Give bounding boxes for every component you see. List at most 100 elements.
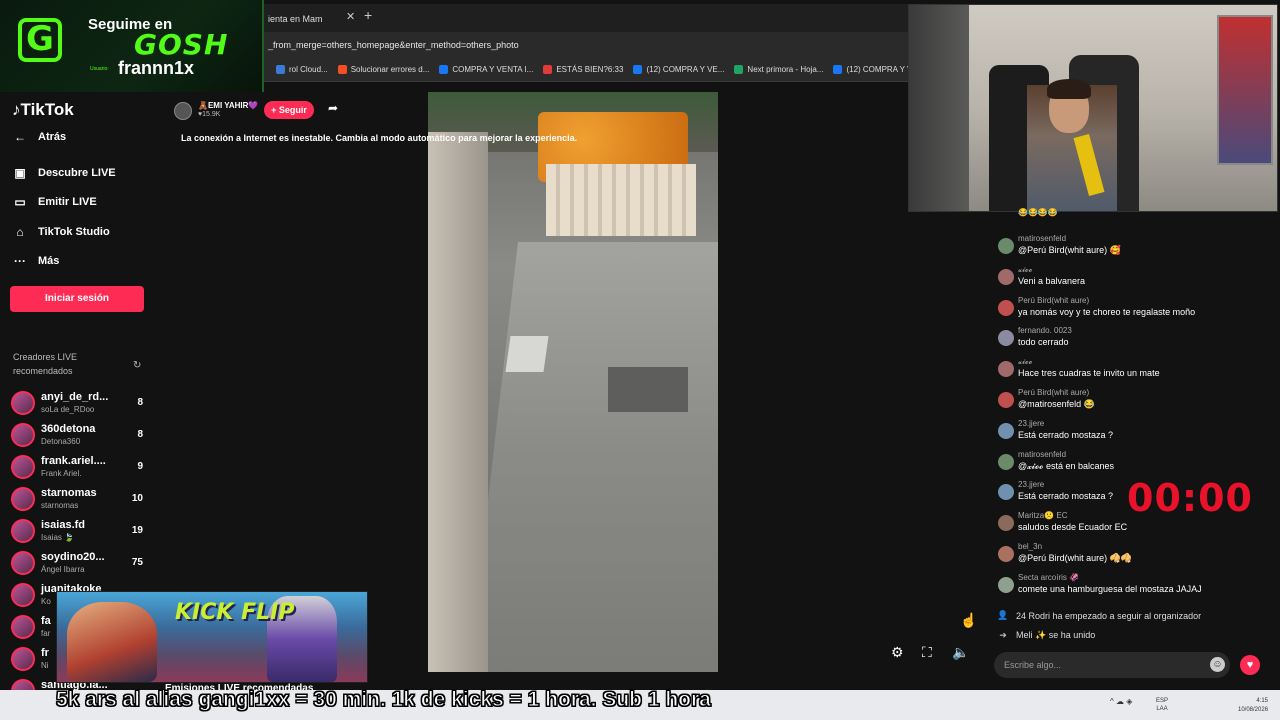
chat-username[interactable]: Perú Bird(whit aure) [1018, 296, 1089, 305]
bookmark-favicon-icon [337, 65, 347, 74]
bookmark-label: ESTÁS BIEN?6:33 [556, 65, 624, 74]
chat-username[interactable]: fernando. 0023 [1018, 326, 1072, 335]
sidebar-nav-item[interactable]: ▣ Descubre LIVE [12, 166, 115, 180]
chat-avatar [998, 453, 1014, 470]
chat-avatar [998, 515, 1014, 532]
chat-input[interactable]: Escribe algo... ☺ [994, 652, 1230, 678]
settings-icon[interactable]: ⚙ [891, 644, 904, 661]
creator-item[interactable]: soydino20... Ángel Ibarra 75 [11, 548, 143, 578]
chat-input-placeholder[interactable]: Escribe algo... [1004, 660, 1061, 670]
bookmark-item[interactable]: ESTÁS BIEN?6:33 [543, 65, 623, 74]
chat-message[interactable]: matirosenfeld @Perú Bird(whit aure) 🥰 [996, 234, 1276, 262]
system-tray[interactable]: ^ ☁ ◈ [1110, 697, 1132, 706]
chat-partial-message: 😂😂😂😂 [1018, 208, 1058, 217]
tiktok-logo[interactable]: ♪TikTok [12, 100, 74, 120]
chat-username[interactable]: matirosenfeld [1018, 450, 1066, 459]
bookmark-item[interactable]: (12) COMPRA Y VE... [633, 65, 724, 74]
system-message-icon: 👤 [997, 610, 1009, 620]
creator-avatar [11, 615, 35, 639]
chat-text: Está cerrado mostaza ? [1018, 429, 1114, 440]
video-floor-tile [608, 367, 688, 412]
refresh-icon[interactable]: ↻ [133, 360, 141, 371]
browser-tab[interactable]: ienta en Mam [264, 8, 344, 32]
chat-text: @Perú Bird(whit aure) 🥠🥠 [1018, 553, 1133, 563]
login-button[interactable]: Iniciar sesión [10, 286, 144, 312]
live-video[interactable] [428, 92, 718, 672]
creator-subtitle: Isaias 🍃 [41, 533, 75, 542]
bookmarks-bar: rol Cloud... Solucionar errores d... COMPR… [264, 58, 908, 82]
chat-message[interactable]: fernando. 0023 todo cerrado [996, 326, 1276, 354]
sidebar-nav-item[interactable]: ··· Más [12, 254, 59, 268]
chat-message[interactable]: 𝔁𝓲𝓸𝓸 Hace tres cuadras te invito un mate [996, 357, 1276, 385]
chat-username[interactable]: bel_3n [1018, 542, 1042, 551]
chat-message[interactable]: bel_3n @Perú Bird(whit aure) 🥠🥠 [996, 542, 1276, 570]
creator-viewer-count: 8 [137, 429, 143, 440]
follow-button[interactable]: + Seguir [264, 101, 314, 119]
nav-icon: ⌂ [16, 225, 24, 239]
chat-username[interactable]: Maritza🙁 EC [1018, 511, 1068, 520]
creator-name: anyi_de_rd... [41, 391, 109, 403]
creator-item[interactable]: frank.ariel.... Frank Ariel. 9 [11, 452, 143, 482]
chat-message[interactable]: 23.jjere Está cerrado mostaza ? [996, 419, 1276, 447]
creator-item[interactable]: starnomas starnomas 10 [11, 484, 143, 514]
host-name[interactable]: 🧸EMI YAHIR💜 [198, 101, 258, 110]
chat-username[interactable]: Perú Bird(whit aure) [1018, 388, 1089, 397]
chat-username[interactable]: 23.jjere [1018, 419, 1044, 428]
chat-username[interactable]: Secta arcoíris 🦑 [1018, 573, 1079, 582]
creator-item[interactable]: 360detona Detona360 8 [11, 420, 143, 450]
chat-username[interactable]: 23.jjere [1018, 480, 1044, 489]
nav-icon: ··· [14, 254, 26, 268]
live-player-area: 🧸EMI YAHIR💜 ♥15.9K + Seguir ➦ La conexió… [164, 92, 988, 672]
chat-message[interactable]: Perú Bird(whit aure) @matirosenfeld 😂 [996, 388, 1276, 416]
chat-username[interactable]: 𝔁𝓲𝓸𝓸 [1018, 357, 1033, 367]
address-bar[interactable]: _from_merge=others_homepage&enter_method… [264, 32, 908, 58]
url-text[interactable]: _from_merge=others_homepage&enter_method… [268, 40, 519, 50]
countdown-timer: 00:00 [1127, 476, 1253, 520]
bookmark-item[interactable]: (12) COMPRA Y VE... [833, 65, 908, 74]
promo-skater [67, 602, 157, 682]
chat-message[interactable]: Secta arcoíris 🦑 comete una hamburguesa d… [996, 573, 1276, 601]
creator-avatar [11, 487, 35, 511]
chat-message[interactable]: 𝔁𝓲𝓸𝓸 Veni a balvanera [996, 265, 1276, 293]
sidebar-nav-item[interactable]: ▭ Emitir LIVE [12, 195, 96, 209]
language-indicator[interactable]: ESP LAA [1156, 697, 1168, 713]
bookmark-item[interactable]: COMPRA Y VENTA I... [439, 65, 533, 74]
chat-avatar [998, 422, 1014, 439]
creator-item[interactable]: isaias.fd Isaias 🍃 19 [11, 516, 143, 546]
creator-item[interactable]: anyi_de_rd... soLa de_RDoo 8 [11, 388, 143, 418]
new-tab-button[interactable]: + [364, 7, 372, 23]
bookmark-favicon-icon [439, 65, 449, 74]
tiktok-note-icon: ♪ [12, 100, 21, 119]
chat-text: todo cerrado [1018, 337, 1069, 348]
volume-icon[interactable]: 🔈 [952, 644, 969, 661]
creator-name: starnomas [41, 487, 97, 499]
bookmark-favicon-icon [833, 65, 843, 74]
host-avatar[interactable] [174, 102, 192, 120]
tab-close-icon[interactable]: ✕ [346, 10, 355, 23]
language-line: LAA [1156, 706, 1168, 712]
system-message-icon: ➜ [999, 630, 1007, 640]
chat-text: Veni a balvanera [1018, 275, 1086, 286]
bookmark-item[interactable]: rol Cloud... [276, 65, 328, 74]
fullscreen-icon[interactable]: ⛶ [922, 644, 932, 661]
sidebar-nav-item[interactable]: ← Atrás [12, 130, 66, 144]
clock-line: 4:15 [1256, 698, 1269, 704]
like-heart-icon[interactable]: ♥ [1240, 655, 1260, 675]
overlay-platform-name: GOSH [134, 28, 229, 61]
creator-name: isaias.fd [41, 519, 86, 531]
emoji-icon[interactable]: ☺ [1210, 657, 1225, 672]
chat-message[interactable]: Perú Bird(whit aure) ya nomás voy y te ch… [996, 296, 1276, 324]
chat-avatar [998, 576, 1014, 593]
bookmark-item[interactable]: Next primora - Hoja... [734, 65, 823, 74]
chat-username[interactable]: 𝔁𝓲𝓸𝓸 [1018, 265, 1033, 275]
creator-avatar [11, 583, 35, 607]
chat-text: saludos desde Ecuador EC [1018, 522, 1128, 533]
bookmark-item[interactable]: Solucionar errores d... [337, 65, 429, 74]
chat-text: @𝔁𝓲𝓸𝓸 está en balcanes [1018, 460, 1115, 471]
chat-message[interactable]: matirosenfeld @𝔁𝓲𝓸𝓸 está en balcanes [996, 450, 1276, 478]
taskbar-clock[interactable]: 4:15 10/08/2026 [1238, 697, 1268, 715]
share-icon[interactable]: ➦ [328, 101, 338, 115]
stream-overlay-banner: G Seguime en GOSH Usuario: frannn1x [0, 0, 264, 92]
sidebar-nav-item[interactable]: ⌂ TikTok Studio [12, 225, 109, 239]
chat-username[interactable]: matirosenfeld [1018, 234, 1066, 243]
